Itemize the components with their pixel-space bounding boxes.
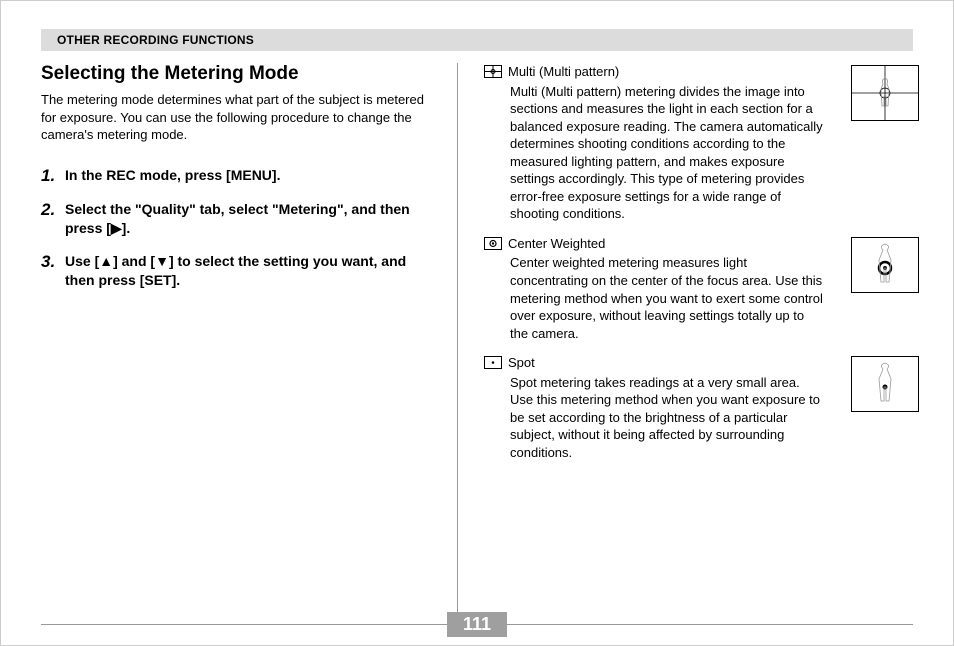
mode-illustration-multi [851, 65, 919, 121]
step-item: 3. Use [▲] and [▼] to select the setting… [41, 252, 439, 290]
step-item: 2. Select the "Quality" tab, select "Met… [41, 200, 439, 238]
spot-icon [484, 356, 502, 369]
mode-title-text: Multi (Multi pattern) [508, 63, 619, 81]
left-column: Selecting the Metering Mode The metering… [41, 63, 457, 623]
step-text: Use [▲] and [▼] to select the setting yo… [65, 252, 439, 290]
mode-illustration-center [851, 237, 919, 293]
mode-illustration-spot [851, 356, 919, 412]
steps-list: 1. In the REC mode, press [MENU]. 2. Sel… [41, 166, 439, 290]
footer-rule-right [507, 624, 913, 625]
page-title: Selecting the Metering Mode [41, 63, 439, 85]
mode-title-text: Spot [508, 354, 535, 372]
step-text: In the REC mode, press [MENU]. [65, 166, 280, 185]
metering-mode-center: Center Weighted Center weighted metering… [484, 235, 913, 342]
mode-description: Center weighted metering measures light … [510, 254, 823, 342]
column-divider [457, 63, 458, 623]
right-column: Multi (Multi pattern) Multi (Multi patte… [466, 63, 913, 623]
step-number: 3. [41, 252, 65, 272]
page-number: 111 [447, 612, 507, 637]
section-header-bar: OTHER RECORDING FUNCTIONS [41, 29, 913, 51]
page-footer: 111 [41, 612, 913, 637]
metering-mode-multi: Multi (Multi pattern) Multi (Multi patte… [484, 63, 913, 223]
center-weighted-icon [484, 237, 502, 250]
mode-heading: Center Weighted [484, 235, 823, 253]
footer-rule-left [41, 624, 447, 625]
section-header-text: OTHER RECORDING FUNCTIONS [57, 33, 254, 47]
mode-description: Spot metering takes readings at a very s… [510, 374, 823, 462]
metering-mode-spot: Spot Spot metering takes readings at a v… [484, 354, 913, 461]
step-number: 2. [41, 200, 65, 220]
step-item: 1. In the REC mode, press [MENU]. [41, 166, 439, 186]
mode-title-text: Center Weighted [508, 235, 605, 253]
manual-page: OTHER RECORDING FUNCTIONS Selecting the … [0, 0, 954, 646]
step-text: Select the "Quality" tab, select "Meteri… [65, 200, 439, 238]
step-number: 1. [41, 166, 65, 186]
mode-heading: Spot [484, 354, 823, 372]
mode-description: Multi (Multi pattern) metering divides t… [510, 83, 823, 223]
mode-heading: Multi (Multi pattern) [484, 63, 823, 81]
multi-pattern-icon [484, 65, 502, 78]
content-columns: Selecting the Metering Mode The metering… [41, 63, 913, 623]
intro-paragraph: The metering mode determines what part o… [41, 91, 439, 144]
